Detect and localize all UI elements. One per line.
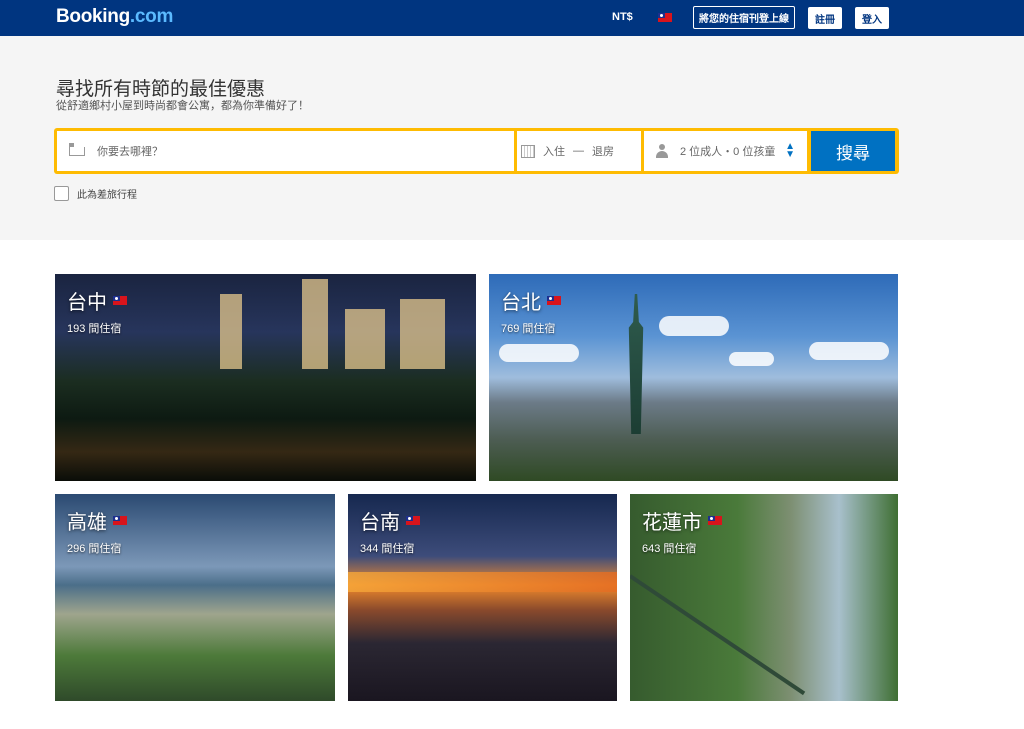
sign-in-button[interactable]: 登入 [855,7,889,29]
date-picker-field[interactable]: 入住 — 退房 [517,131,641,171]
guests-selector[interactable]: 2 位成人・0 位孩童 ▲ ▼ [644,131,807,171]
register-button[interactable]: 註冊 [808,7,842,29]
guests-label: 2 位成人・0 位孩童 [680,146,776,158]
destination-name: 花蓮市 [642,506,722,535]
property-count: 643 間住宿 [642,543,697,555]
property-count: 769 間住宿 [501,323,556,335]
language-flag-icon[interactable] [658,13,672,22]
destination-card-taipei[interactable]: 台北 769 間住宿 [489,274,898,481]
building-shape [302,279,328,369]
sunset-glow [348,572,617,592]
destination-name: 台南 [360,506,420,535]
destination-card-hualien[interactable]: 花蓮市 643 間住宿 [630,494,898,701]
taiwan-flag-icon [406,516,420,525]
suspension-bridge [630,574,806,696]
business-trip-checkbox[interactable] [54,186,69,201]
checkin-label: 入住 [543,146,565,158]
taipei-101-tower [628,294,644,434]
cloud-shape [809,342,889,360]
building-shape [220,294,242,369]
taiwan-flag-icon [113,516,127,525]
chevron-up-down-icon: ▲ ▼ [785,141,795,160]
taiwan-flag-icon [547,296,561,305]
property-count: 193 間住宿 [67,323,122,335]
booking-logo[interactable]: Booking.com [56,6,173,28]
property-count: 296 間住宿 [67,543,122,555]
property-count: 344 間住宿 [360,543,415,555]
person-icon [656,144,668,158]
cloud-shape [499,344,579,362]
destination-card-tainan[interactable]: 台南 344 間住宿 [348,494,617,701]
building-shape [400,299,445,369]
building-shape [345,309,385,369]
currency-selector[interactable]: NT$ [612,11,633,23]
checkout-label: 退房 [592,146,614,158]
search-box: 你要去哪裡？ 入住 — 退房 2 位成人・0 位孩童 ▲ ▼ 搜尋 [54,128,899,174]
cloud-shape [659,316,729,336]
destination-name: 台中 [67,286,127,315]
top-navigation-bar: Booking.com NT$ 將您的住宿刊登上線 註冊 登入 [0,0,1024,36]
bed-icon [69,142,85,156]
business-trip-option[interactable]: 此為差旅行程 [54,186,137,201]
destination-field[interactable]: 你要去哪裡？ [57,131,514,171]
destination-card-taichung[interactable]: 台中 193 間住宿 [55,274,476,481]
destination-name: 高雄 [67,506,127,535]
list-property-button[interactable]: 將您的住宿刊登上線 [693,6,795,29]
destination-name: 台北 [501,286,561,315]
destination-card-kaohsiung[interactable]: 高雄 296 間住宿 [55,494,335,701]
cloud-shape [729,352,774,366]
page-subtitle: 從舒適鄉村小屋到時尚都會公寓，都為你準備好了！ [56,100,309,112]
calendar-icon [521,144,535,158]
destination-placeholder: 你要去哪裡？ [97,146,163,158]
date-separator: — [573,145,584,157]
taiwan-flag-icon [113,296,127,305]
taiwan-flag-icon [708,516,722,525]
business-trip-label: 此為差旅行程 [77,190,137,201]
search-button[interactable]: 搜尋 [811,131,895,171]
